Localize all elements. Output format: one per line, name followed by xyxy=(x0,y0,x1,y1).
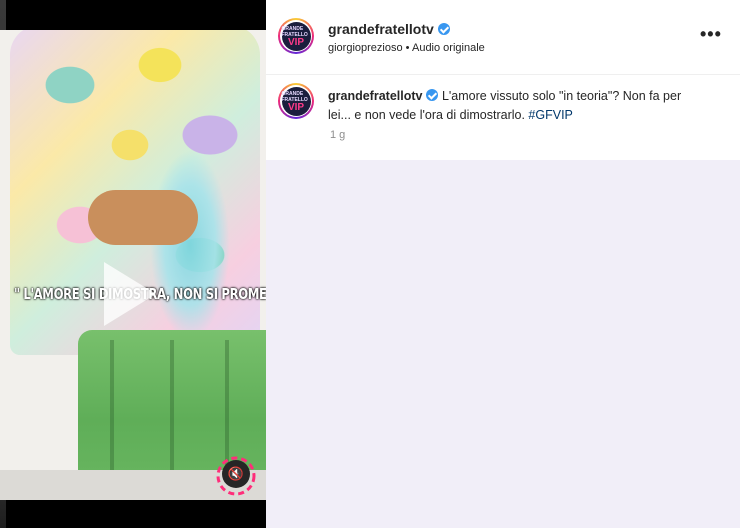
post-timestamp[interactable]: 1 g xyxy=(330,129,345,141)
gf-vip-logo: GRANDE FRATELLO VIP xyxy=(281,86,311,116)
gf-vip-logo: GRANDE FRATELLO VIP xyxy=(281,21,311,51)
post-caption-block: GRANDE FRATELLO VIP grandefratellotv L'a… xyxy=(266,75,740,160)
post-header: GRANDE FRATELLO VIP grandefratellotv gio… xyxy=(266,0,740,75)
avatar-ring: GRANDE FRATELLO VIP xyxy=(280,85,312,117)
mute-button[interactable]: 🔇 xyxy=(222,460,250,488)
post-caption: grandefratellotv L'amore vissuto solo "i… xyxy=(328,87,688,125)
logo-main-text: VIP xyxy=(287,101,305,113)
audio-label-link[interactable]: Audio originale xyxy=(412,42,485,54)
logo-main-text: VIP xyxy=(287,36,305,48)
avatar-ring: GRANDE FRATELLO VIP xyxy=(280,20,312,52)
logo-top-text: GRANDE FRATELLO xyxy=(281,25,308,38)
username-text: grandefratellotv xyxy=(328,21,434,37)
more-options-button[interactable]: ••• xyxy=(700,25,722,43)
avatar[interactable]: GRANDE FRATELLO VIP xyxy=(278,83,314,119)
avatar[interactable]: GRANDE FRATELLO VIP xyxy=(278,18,314,54)
logo-top-text: GRANDE FRATELLO xyxy=(281,90,308,103)
verified-badge-icon xyxy=(437,23,450,35)
separator: • xyxy=(405,42,410,54)
post-side-panel: GRANDE FRATELLO VIP grandefratellotv gio… xyxy=(266,0,740,528)
video-player[interactable]: " L'AMORE SI DIMOSTRA, NON SI PROMETTE " xyxy=(0,30,266,500)
video-frame-arm xyxy=(88,190,198,245)
speaker-muted-icon: 🔇 xyxy=(227,466,245,481)
video-frame-feathers xyxy=(150,150,230,340)
hashtag-link[interactable]: #GFVIP xyxy=(528,108,572,122)
audio-info: giorgioprezioso • Audio originale xyxy=(328,42,485,54)
username-link[interactable]: grandefratellotv xyxy=(328,21,450,37)
verified-badge-icon xyxy=(426,89,439,101)
audio-author-link[interactable]: giorgioprezioso xyxy=(328,42,403,54)
post-media: " L'AMORE SI DIMOSTRA, NON SI PROMETTE "… xyxy=(0,0,266,528)
play-icon[interactable] xyxy=(104,262,156,326)
caption-author-link[interactable]: grandefratellotv xyxy=(328,89,422,103)
